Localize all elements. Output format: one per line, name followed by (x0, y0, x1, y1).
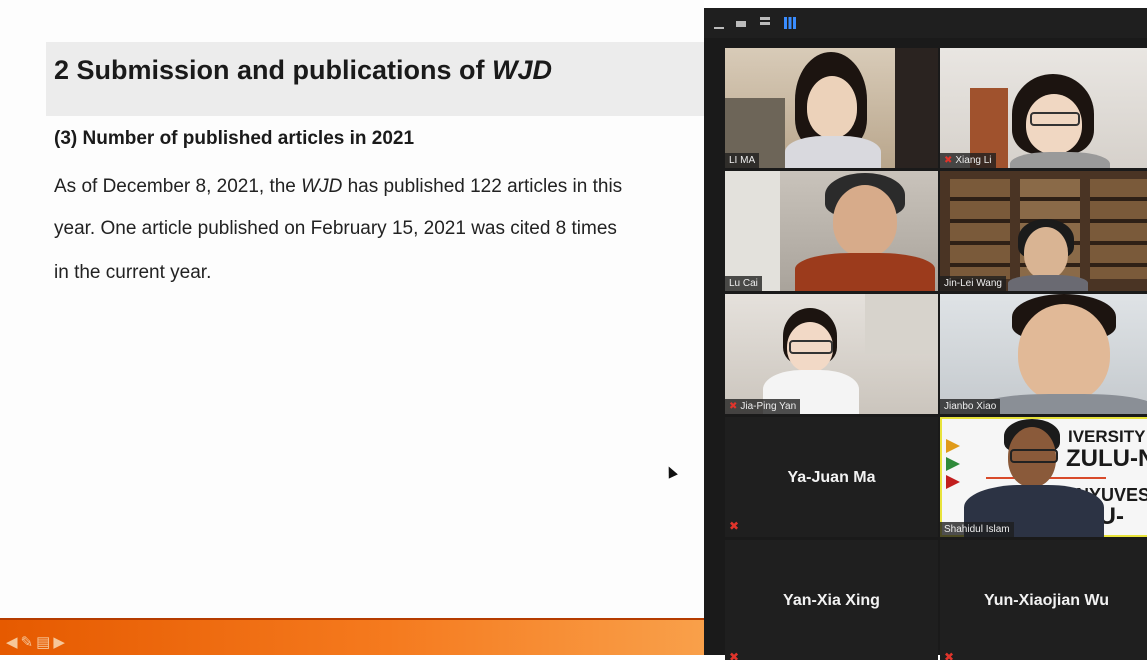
participant-name: Lu Cai (725, 276, 762, 291)
participant-name: Jin-Lei Wang (940, 276, 1006, 291)
muted-mic-icon: ✖ (729, 519, 740, 533)
participant-name: ✖ Xiang Li (940, 153, 996, 168)
slide-body-line-1: As of December 8, 2021, the WJD has publ… (54, 176, 623, 197)
participant-tile-li-ma[interactable]: LI MA (725, 48, 938, 168)
participant-name: Ya-Juan Ma (787, 469, 876, 486)
pen-icon[interactable]: ✎ (21, 634, 34, 652)
presentation-slide: 2 Submission and publications of WJD (3)… (0, 0, 706, 655)
slide-title-band: 2 Submission and publications of WJD (46, 42, 706, 116)
previous-slide-icon[interactable]: ◀ (6, 634, 18, 652)
muted-mic-icon: ✖ (729, 650, 740, 660)
participant-name: Jianbo Xiao (940, 399, 1001, 414)
next-slide-icon[interactable]: ▶ (53, 634, 65, 652)
slide-footer-bar (0, 620, 704, 655)
participant-tile-jia-ping-yan[interactable]: ✖ Jia-Ping Yan (725, 294, 938, 414)
participant-name: Yun-Xiaojian Wu (983, 592, 1110, 609)
minimize-icon[interactable] (714, 19, 724, 29)
participant-name: Shahidul Islam (940, 522, 1014, 537)
muted-mic-icon: ✖ (944, 155, 953, 166)
slide-subheading: (3) Number of published articles in 2021 (54, 128, 415, 149)
banner-text-1: IVERSITY (1068, 427, 1146, 446)
participant-tile-xiang-li[interactable]: ✖ Xiang Li (940, 48, 1147, 168)
gallery-view-icon[interactable] (784, 17, 796, 29)
muted-mic-icon: ✖ (944, 650, 955, 660)
slide-menu-icon[interactable]: ▤ (36, 634, 50, 652)
participant-tile-jin-lei-wang[interactable]: Jin-Lei Wang (940, 171, 1147, 291)
participant-tile-ya-juan-ma[interactable]: Ya-Juan Ma ✖ (725, 417, 938, 537)
banner-text-2: ZULU-N (1066, 445, 1147, 472)
slideshow-nav: ◀ ✎ ▤ ▶ (6, 634, 65, 652)
view-toolbar (704, 8, 1147, 38)
participant-tile-yan-xia-xing[interactable]: Yan-Xia Xing ✖ (725, 540, 938, 660)
thumbnail-view-icon[interactable] (736, 21, 746, 27)
muted-mic-icon: ✖ (729, 401, 738, 412)
slide-body-line-2: year. One article published on February … (54, 218, 617, 239)
participant-tile-lu-cai[interactable]: Lu Cai (725, 171, 938, 291)
participant-name: ✖ Jia-Ping Yan (725, 399, 801, 414)
participant-name: LI MA (725, 153, 760, 168)
participant-tile-jianbo-xiao[interactable]: Jianbo Xiao (940, 294, 1147, 414)
slide-body-line-3: in the current year. (54, 262, 212, 283)
video-conference-panel: LI MA ✖ Xiang Li Lu Cai Jin-Lei Wang ✖ J… (704, 8, 1147, 660)
participant-name: Yan-Xia Xing (783, 592, 880, 609)
participant-tile-shahidul-islam[interactable]: IVERSITY ZULU-N NYUVESI LU- Shahidul Isl… (940, 417, 1147, 537)
speaker-view-icon[interactable] (760, 17, 770, 27)
slide-title: 2 Submission and publications of WJD (54, 55, 553, 85)
mouse-cursor-icon (664, 464, 678, 479)
participant-tile-yun-xiaojian-wu[interactable]: Yun-Xiaojian Wu ✖ (940, 540, 1147, 660)
